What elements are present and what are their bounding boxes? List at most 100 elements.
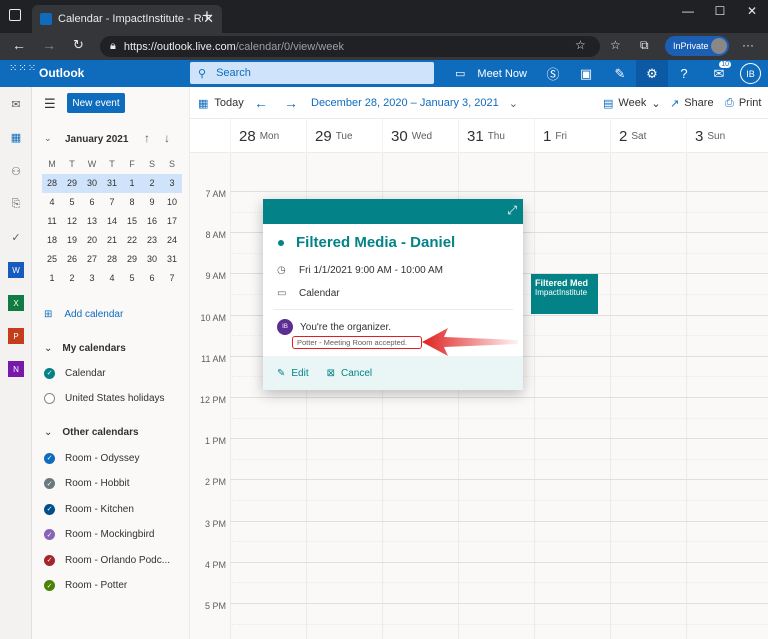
print-button[interactable]: ⎙ Print xyxy=(725,87,761,119)
day-header[interactable]: 31 Thu xyxy=(458,119,533,153)
back-icon[interactable]: ← xyxy=(12,37,26,53)
mail-icon[interactable]: ✉ xyxy=(8,96,24,112)
month-collapse-icon[interactable]: ⌄ xyxy=(44,133,52,144)
mini-calendar-day[interactable]: 11 xyxy=(42,212,62,231)
search-box[interactable]: ⚲ Search xyxy=(190,62,434,84)
checked-circle-icon[interactable]: ✓ xyxy=(44,452,55,464)
mini-calendar-day[interactable]: 20 xyxy=(82,231,102,250)
mini-calendar-day[interactable]: 14 xyxy=(102,212,122,231)
mini-calendar-day[interactable]: 9 xyxy=(142,193,162,212)
window-menu-icon[interactable] xyxy=(9,9,21,21)
next-week-icon[interactable]: → xyxy=(284,87,298,119)
calendar-event[interactable]: Filtered Med ImpactInstitute xyxy=(531,274,598,314)
tasks-icon[interactable]: ✎ xyxy=(604,60,636,87)
mini-calendar-day[interactable]: 6 xyxy=(142,269,162,288)
date-range-button[interactable]: December 28, 2020 – January 3, 2021 ⌄ xyxy=(311,87,518,119)
maximize-icon[interactable]: ☐ xyxy=(704,0,736,22)
skype-icon[interactable]: Ⓢ xyxy=(537,60,569,87)
mini-calendar-day[interactable]: 29 xyxy=(122,250,142,269)
day-header[interactable]: 30 Wed xyxy=(382,119,457,153)
minimize-icon[interactable]: — xyxy=(672,0,704,22)
day-header[interactable]: 29 Tue xyxy=(306,119,381,153)
other-calendars-heading[interactable]: ⌄ Other calendars xyxy=(44,427,139,438)
mini-calendar-day[interactable]: 4 xyxy=(102,269,122,288)
app-name[interactable]: Outlook xyxy=(39,66,84,80)
mini-calendar-day[interactable]: 19 xyxy=(62,231,82,250)
mini-calendar-day[interactable]: 8 xyxy=(122,193,142,212)
checked-circle-icon[interactable]: ✓ xyxy=(44,529,55,540)
mini-calendar-day[interactable]: 3 xyxy=(162,174,182,193)
refresh-icon[interactable]: ↻ xyxy=(73,37,84,53)
mini-calendar-day[interactable]: 16 xyxy=(142,212,162,231)
calendar-list-item[interactable]: United States holidays xyxy=(44,389,165,409)
calendar-icon[interactable]: ▦ xyxy=(8,129,24,145)
powerpoint-icon[interactable]: P xyxy=(8,328,24,344)
mini-calendar-day[interactable]: 2 xyxy=(62,269,82,288)
browser-tab[interactable]: Calendar - ImpactInstitute - Roo ✕ xyxy=(32,5,222,33)
mini-calendar-day[interactable]: 2 xyxy=(142,174,162,193)
todo-icon[interactable]: ✓ xyxy=(8,229,24,245)
inprivate-badge[interactable]: InPrivate xyxy=(665,36,729,56)
browser-menu-icon[interactable]: ··· xyxy=(742,38,754,52)
mini-calendar-day[interactable]: 24 xyxy=(162,231,182,250)
share-button[interactable]: ↗ Share xyxy=(670,87,714,119)
day-header[interactable]: 28 Mon xyxy=(230,119,305,153)
mini-calendar-day[interactable]: 23 xyxy=(142,231,162,250)
expand-icon[interactable]: ⤢ xyxy=(507,203,517,218)
favorite-star-icon[interactable]: ☆ xyxy=(575,38,586,52)
new-event-button[interactable]: New event xyxy=(67,93,125,113)
new-tab-icon[interactable]: + xyxy=(202,6,212,26)
calendar-list-item[interactable]: ✓ Room - Hobbit xyxy=(44,474,129,494)
day-header[interactable]: 2 Sat xyxy=(610,119,685,153)
mini-calendar-day[interactable]: 5 xyxy=(62,193,82,212)
favorites-icon[interactable]: ☆ xyxy=(610,38,621,52)
mini-calendar-day[interactable]: 25 xyxy=(42,250,62,269)
mini-calendar-day[interactable]: 31 xyxy=(162,250,182,269)
mini-calendar-day[interactable]: 28 xyxy=(42,174,62,193)
word-icon[interactable]: W xyxy=(8,262,24,278)
mini-calendar-day[interactable]: 18 xyxy=(42,231,62,250)
add-calendar-link[interactable]: ⊞ Add calendar xyxy=(44,304,123,324)
close-window-icon[interactable]: ✕ xyxy=(736,0,768,22)
prev-month-icon[interactable]: ↑ xyxy=(144,131,150,145)
mini-calendar-day[interactable]: 7 xyxy=(162,269,182,288)
mini-calendar-day[interactable]: 26 xyxy=(62,250,82,269)
unchecked-circle-icon[interactable] xyxy=(44,393,55,404)
mini-calendar-day[interactable]: 1 xyxy=(42,269,62,288)
mini-calendar-day[interactable]: 22 xyxy=(122,231,142,250)
app-launcher-icon[interactable]: ⁙⁙⁙ xyxy=(9,64,36,80)
people-icon[interactable]: ⚇ xyxy=(8,163,24,179)
checked-circle-icon[interactable]: ✓ xyxy=(44,367,55,379)
next-month-icon[interactable]: ↓ xyxy=(164,131,170,145)
excel-icon[interactable]: X xyxy=(8,295,24,311)
prev-week-icon[interactable]: ← xyxy=(254,87,268,119)
calendar-list-item[interactable]: ✓ Room - Odyssey xyxy=(44,448,139,468)
calendar-list-item[interactable]: ✓ Calendar xyxy=(44,363,106,383)
settings-gear-icon[interactable]: ⚙ xyxy=(636,60,668,87)
mini-calendar-day[interactable]: 31 xyxy=(102,174,122,193)
mini-calendar-day[interactable]: 21 xyxy=(102,231,122,250)
my-calendars-heading[interactable]: ⌄ My calendars xyxy=(44,343,126,354)
mini-calendar-day[interactable]: 28 xyxy=(102,250,122,269)
today-button[interactable]: ▦ Today xyxy=(198,87,244,119)
calendar-list-item[interactable]: ✓ Room - Orlando Podc... xyxy=(44,550,170,570)
mini-calendar-day[interactable]: 13 xyxy=(82,212,102,231)
calendar-list-item[interactable]: ✓ Room - Mockingbird xyxy=(44,525,154,545)
forward-icon[interactable]: → xyxy=(42,37,56,53)
mini-calendar-day[interactable]: 10 xyxy=(162,193,182,212)
day-column[interactable] xyxy=(534,153,535,639)
day-column[interactable] xyxy=(686,153,687,639)
mini-calendar-day[interactable]: 7 xyxy=(102,193,122,212)
onenote-icon[interactable]: N xyxy=(8,361,24,377)
files-icon[interactable]: ⎘ xyxy=(8,196,24,212)
day-column[interactable] xyxy=(230,153,231,639)
mini-calendar-day[interactable]: 12 xyxy=(62,212,82,231)
checked-circle-icon[interactable]: ✓ xyxy=(44,580,55,591)
day-header[interactable]: 3 Sun xyxy=(686,119,761,153)
mini-calendar-day[interactable]: 17 xyxy=(162,212,182,231)
mini-calendar-day[interactable]: 5 xyxy=(122,269,142,288)
checked-circle-icon[interactable]: ✓ xyxy=(44,478,55,489)
mini-calendar-day[interactable]: 3 xyxy=(82,269,102,288)
checked-circle-icon[interactable]: ✓ xyxy=(44,554,55,566)
checked-circle-icon[interactable]: ✓ xyxy=(44,503,55,515)
